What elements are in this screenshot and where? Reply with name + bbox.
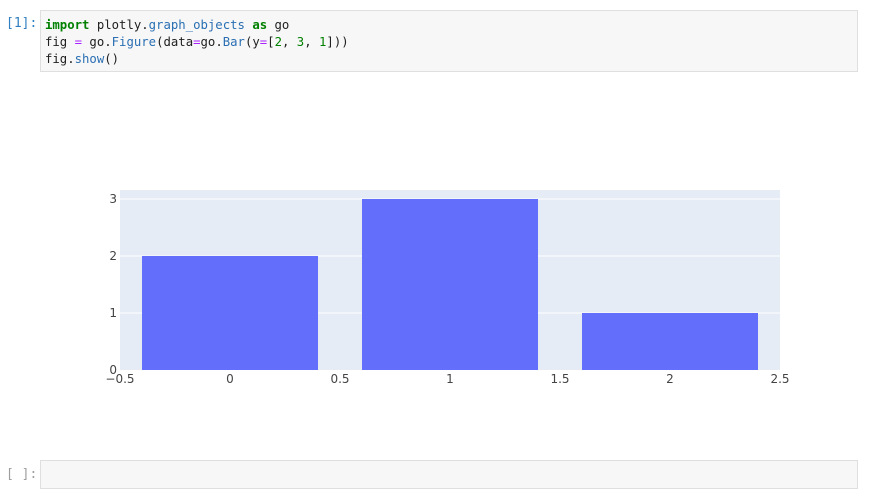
code-token: graph_objects [148, 18, 245, 32]
x-tick-label: 0.5 [330, 372, 349, 386]
code-token: import [45, 18, 90, 32]
code-token: . [141, 18, 149, 32]
code-token: (data [156, 35, 194, 49]
code-token: fig [45, 35, 75, 49]
code-token: go. [200, 35, 223, 49]
code-token: go [267, 18, 290, 32]
x-tick-label: −0.5 [105, 372, 134, 386]
bar[interactable] [362, 198, 538, 370]
code-token: = [193, 35, 201, 49]
cell-output: 0 1 2 3 −0.5 0 0.5 1 1.5 2 2.5 [40, 78, 858, 450]
y-tick-label: 3 [109, 192, 117, 206]
bar[interactable] [582, 312, 758, 370]
code-token: Figure [111, 35, 157, 49]
empty-code-cell[interactable] [40, 460, 858, 489]
code-token: go. [82, 35, 112, 49]
x-tick-label: 2.5 [770, 372, 789, 386]
code-token: plotly [89, 18, 142, 32]
code-editor[interactable]: import plotly.graph_objects as go fig = … [41, 11, 857, 68]
code-line: fig.show() [45, 52, 119, 66]
code-token: , [304, 35, 320, 49]
code-token: show [74, 52, 105, 66]
code-token: () [104, 52, 120, 66]
code-token: = [74, 35, 83, 49]
x-tick-label: 1 [446, 372, 454, 386]
cell-prompt-empty: [ ]: [6, 467, 38, 482]
y-tick-label: 1 [109, 306, 117, 320]
x-tick-label: 2 [666, 372, 674, 386]
code-token: [ [267, 35, 275, 49]
code-token: ])) [326, 35, 349, 49]
y-tick-label: 2 [109, 249, 117, 263]
cell-prompt: [1]: [6, 16, 38, 31]
code-token: 2 [274, 35, 282, 49]
bar-chart[interactable]: 0123−0.5 0 0.5 1 1.5 2 2.5 [40, 78, 858, 450]
code-token: as [252, 18, 268, 32]
code-line: fig = go.Figure(data=go.Bar(y=[2, 3, 1])… [45, 35, 349, 49]
code-token: Bar [222, 35, 245, 49]
x-tick-label: 0 [226, 372, 234, 386]
x-tick-label: 1.5 [550, 372, 569, 386]
code-cell[interactable]: import plotly.graph_objects as go fig = … [40, 10, 858, 72]
code-token: fig. [45, 52, 75, 66]
code-token: , [281, 35, 297, 49]
bar[interactable] [142, 255, 318, 370]
code-token: (y [244, 35, 260, 49]
code-line: import plotly.graph_objects as go [45, 18, 289, 32]
